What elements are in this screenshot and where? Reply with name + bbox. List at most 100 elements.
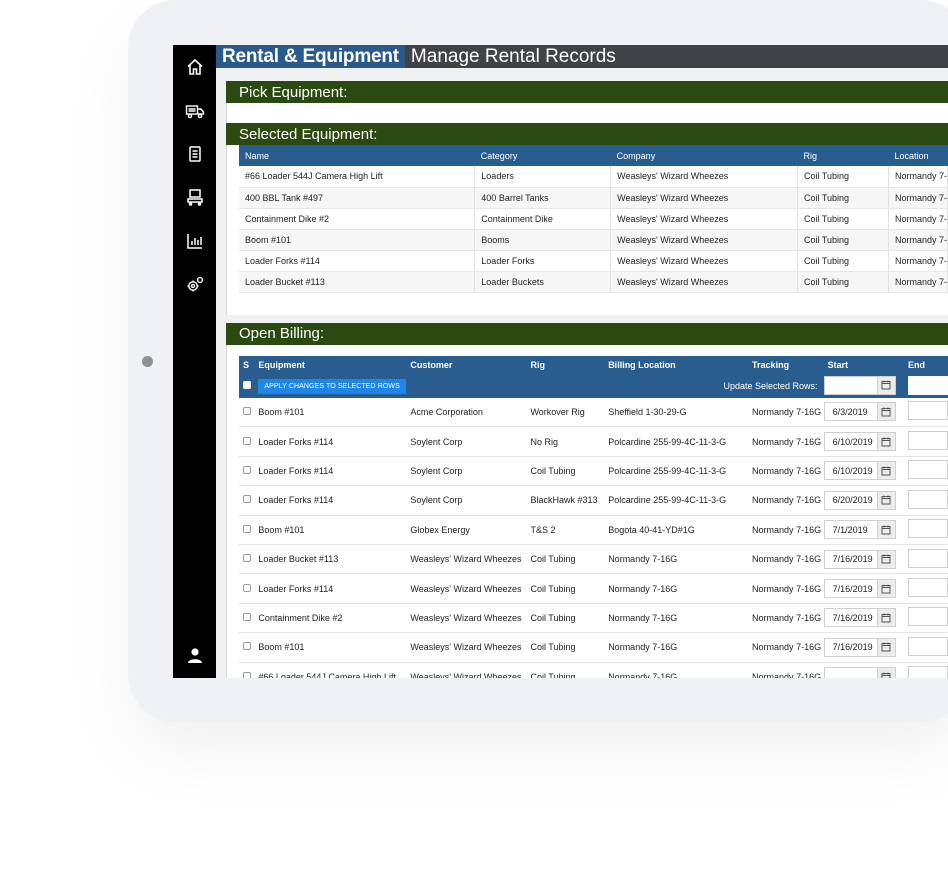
- update-end-date-input[interactable]: [908, 375, 948, 395]
- calendar-icon[interactable]: [876, 638, 895, 656]
- table-row[interactable]: Containment Dike #2 Weasleys' Wizard Whee…: [239, 603, 948, 634]
- calendar-icon[interactable]: [876, 433, 895, 451]
- end-date-input[interactable]: [908, 578, 948, 598]
- row-checkbox[interactable]: [243, 406, 251, 415]
- table-row[interactable]: Boom #101 Weasleys' Wizard Wheezes Coil Tu…: [239, 632, 948, 663]
- table-row[interactable]: Boom #101 Booms Weasleys' Wizard Wheezes Co…: [239, 229, 948, 251]
- start-date-input[interactable]: 7/16/2019: [823, 637, 896, 657]
- cell-tracking: Normandy 7-16G: [748, 397, 824, 428]
- table-row[interactable]: Loader Forks #114 Loader Forks Weasleys' W…: [239, 250, 948, 272]
- col-select[interactable]: S: [239, 356, 254, 375]
- start-date-input[interactable]: [823, 667, 896, 678]
- table-row[interactable]: Boom #101 Acme Corporation Workover Rig She…: [239, 397, 948, 428]
- cell-end: [904, 397, 948, 428]
- row-checkbox[interactable]: [243, 612, 251, 621]
- calendar-icon[interactable]: [876, 668, 895, 678]
- pick-equipment-header[interactable]: Pick Equipment:: [226, 81, 948, 103]
- start-date-input[interactable]: 7/16/2019: [823, 579, 896, 599]
- truck-icon[interactable]: [173, 97, 216, 125]
- row-checkbox[interactable]: [243, 554, 251, 563]
- table-row[interactable]: #66 Loader 544J Camera High Lift Loaders W…: [239, 166, 948, 188]
- table-row[interactable]: Loader Forks #114 Soylent Corp BlackHawk #…: [239, 485, 948, 516]
- start-date-input[interactable]: 6/10/2019: [823, 432, 896, 452]
- table-row[interactable]: Loader Forks #114 Weasleys' Wizard Wheeze…: [239, 573, 948, 604]
- start-date-input[interactable]: 6/20/2019: [823, 490, 896, 510]
- table-row[interactable]: Loader Bucket #113 Loader Buckets Weasleys…: [239, 271, 948, 293]
- table-row[interactable]: Loader Bucket #113 Weasleys' Wizard Wheez…: [239, 544, 948, 575]
- col-customer[interactable]: Customer: [406, 356, 526, 375]
- update-selected-label: Update Selected Rows:: [723, 381, 818, 391]
- row-checkbox[interactable]: [243, 465, 251, 474]
- calendar-icon[interactable]: [876, 609, 895, 627]
- col-billing-location[interactable]: Billing Location: [604, 356, 748, 375]
- calendar-icon[interactable]: [876, 462, 895, 480]
- start-date-input[interactable]: 6/3/2019: [823, 402, 896, 422]
- table-row[interactable]: Boom #101 Globex Energy T&S 2 Bogota 40-41-…: [239, 515, 948, 545]
- calendar-icon[interactable]: [876, 376, 895, 394]
- row-checkbox[interactable]: [243, 671, 251, 678]
- calendar-icon[interactable]: [876, 521, 895, 539]
- row-checkbox[interactable]: [243, 495, 251, 504]
- table-row[interactable]: Containment Dike #2 Containment Dike Weasl…: [239, 208, 948, 230]
- cell-name: Loader Forks #114: [239, 250, 476, 272]
- end-date-input[interactable]: [908, 431, 948, 451]
- row-checkbox[interactable]: [243, 524, 251, 533]
- update-selected-row: APPLY CHANGES TO SELECTED ROWS Update Se…: [239, 374, 948, 398]
- row-select-cell: [239, 632, 255, 663]
- cell-name: #66 Loader 544J Camera High Lift: [239, 166, 476, 188]
- document-icon[interactable]: [173, 140, 216, 168]
- end-date-input[interactable]: [908, 460, 948, 480]
- row-checkbox[interactable]: [243, 642, 251, 651]
- equipment-icon[interactable]: [173, 183, 216, 211]
- start-date-input[interactable]: 6/10/2019: [823, 461, 896, 481]
- col-rig[interactable]: Rig: [526, 356, 604, 375]
- row-checkbox[interactable]: [243, 583, 251, 592]
- start-date-input[interactable]: 7/16/2019: [823, 549, 896, 569]
- col-location[interactable]: Location: [888, 145, 947, 166]
- cell-customer: Weasleys' Wizard Wheezes: [406, 632, 527, 663]
- calendar-icon[interactable]: [876, 580, 895, 598]
- col-company[interactable]: Company: [611, 145, 798, 166]
- end-date-input[interactable]: [908, 401, 948, 421]
- end-date-input[interactable]: [908, 489, 948, 509]
- cell-billing-location: Bogota 40-41-YD#1G: [604, 515, 749, 545]
- cell-rig: Coil Tubing: [526, 544, 605, 575]
- col-rig[interactable]: Rig: [798, 145, 889, 166]
- calendar-icon[interactable]: [876, 491, 895, 509]
- row-checkbox[interactable]: [243, 436, 251, 445]
- start-date-value: 6/3/2019: [832, 406, 868, 417]
- user-icon[interactable]: [173, 642, 216, 670]
- cell-start: 7/1/2019: [823, 515, 904, 545]
- calendar-icon[interactable]: [876, 403, 895, 421]
- end-date-input[interactable]: [908, 666, 948, 678]
- settings-icon[interactable]: [173, 271, 216, 299]
- cell-end: [904, 456, 948, 487]
- col-name[interactable]: Name: [239, 145, 475, 166]
- apply-changes-button[interactable]: APPLY CHANGES TO SELECTED ROWS: [258, 378, 406, 394]
- col-tracking[interactable]: Tracking: [748, 356, 824, 375]
- col-equipment[interactable]: Equipment: [254, 356, 406, 375]
- end-date-input[interactable]: [908, 519, 948, 539]
- update-start-date-input[interactable]: [823, 375, 896, 395]
- cell-rig: Coil Tubing: [797, 208, 889, 230]
- start-date-input[interactable]: 7/16/2019: [823, 608, 896, 628]
- select-all-checkbox[interactable]: [243, 381, 251, 389]
- col-start[interactable]: Start: [824, 356, 904, 375]
- table-row[interactable]: Loader Forks #114 Soylent Corp No Rig Polca…: [239, 426, 948, 457]
- end-date-input[interactable]: [908, 607, 948, 627]
- start-date-input[interactable]: 7/1/2019: [823, 520, 896, 540]
- cell-equipment: Loader Forks #114: [254, 456, 407, 487]
- chart-icon[interactable]: [173, 227, 216, 255]
- table-row[interactable]: #66 Loader 544J Camera High Lift Weasleys…: [239, 662, 948, 678]
- calendar-icon[interactable]: [876, 550, 895, 568]
- end-date-input[interactable]: [908, 636, 948, 656]
- col-category[interactable]: Category: [475, 145, 611, 166]
- col-end[interactable]: End: [904, 356, 948, 375]
- cell-billing-location: Normandy 7-16G: [604, 544, 749, 575]
- table-row[interactable]: Loader Forks #114 Soylent Corp Coil Tubing…: [239, 456, 948, 487]
- table-row[interactable]: 400 BBL Tank #497 400 Barrel Tanks Weasley…: [239, 187, 948, 209]
- home-icon[interactable]: [173, 53, 216, 81]
- cell-end: [904, 544, 948, 575]
- row-select-cell: [239, 544, 255, 575]
- end-date-input[interactable]: [908, 548, 948, 568]
